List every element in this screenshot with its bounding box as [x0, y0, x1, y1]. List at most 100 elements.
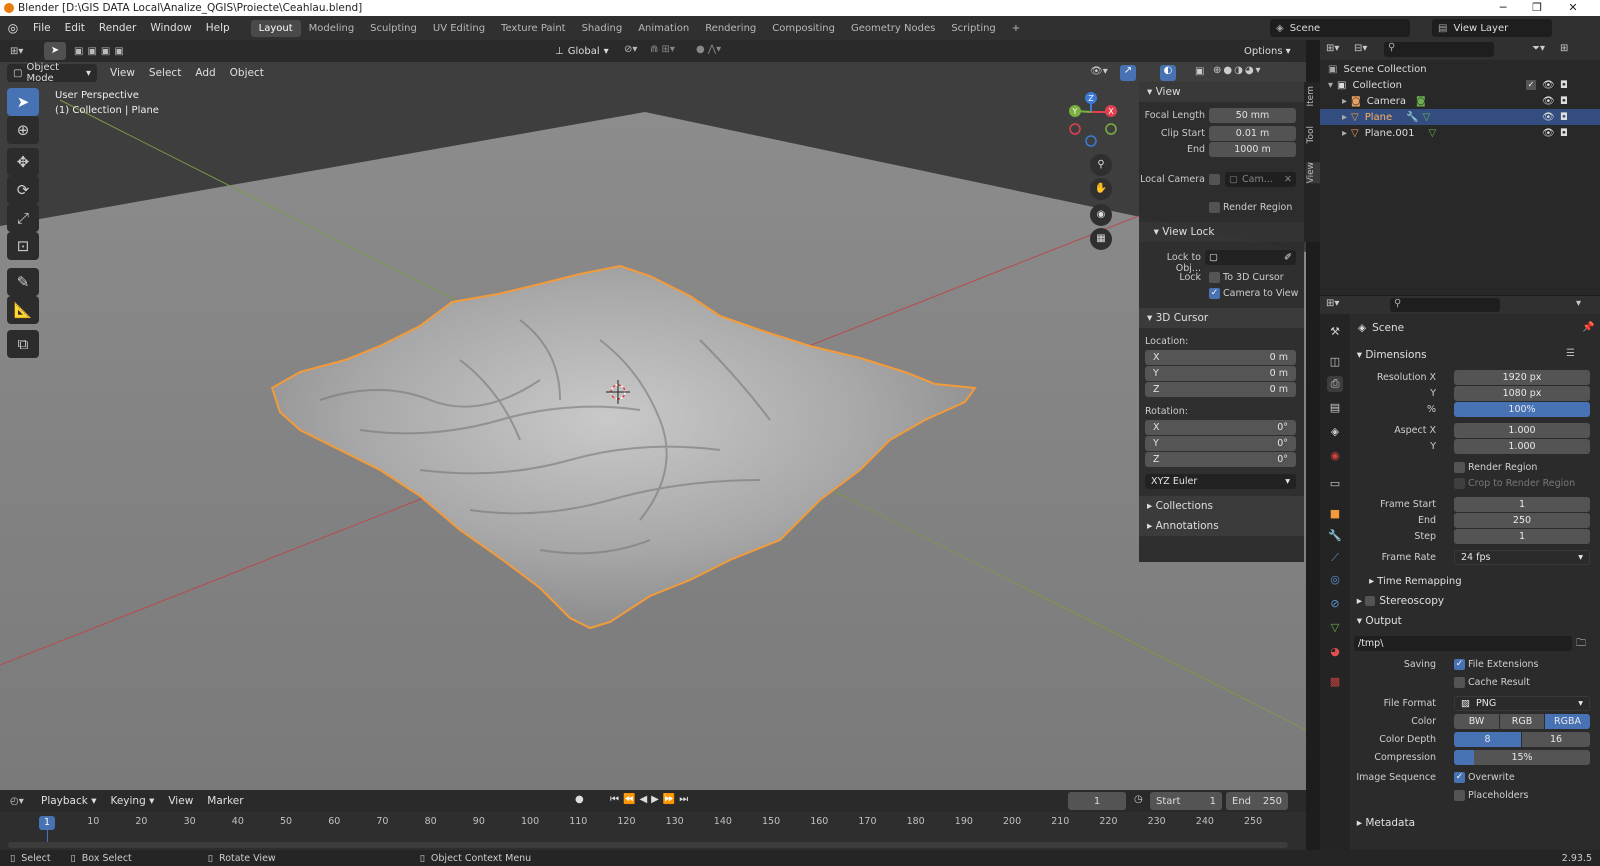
chevron-down-icon[interactable]: ▾	[1576, 298, 1581, 309]
texture-tab-icon[interactable]: ▩	[1327, 674, 1343, 690]
time-remapping-header[interactable]: ▸ Time Remapping	[1340, 572, 1600, 590]
editor-type-icon[interactable]: ⊞▾	[1326, 298, 1339, 309]
transform-orientation-dropdown[interactable]: ⊥ Global ▾	[549, 42, 615, 60]
timeline-menu-view[interactable]: View	[161, 795, 200, 807]
shading-mode-icons[interactable]: ⊕●◑◕▾	[1213, 65, 1263, 76]
tab-modeling[interactable]: Modeling	[301, 20, 363, 37]
frame-rate-dropdown[interactable]: 24 fps ▾	[1454, 550, 1590, 565]
presets-list-icon[interactable]: ☰	[1566, 348, 1575, 359]
display-mode-icon[interactable]: ⊟▾	[1354, 43, 1367, 54]
ortho-toggle-icon[interactable]: ▦	[1090, 228, 1112, 250]
tab-animation[interactable]: Animation	[630, 20, 697, 37]
tab-compositing[interactable]: Compositing	[764, 20, 843, 37]
overwrite-checkbox[interactable]: ✓	[1454, 772, 1465, 783]
menu-edit[interactable]: Edit	[58, 22, 92, 34]
outliner-search-input[interactable]: ⚲	[1384, 42, 1494, 57]
cursor-rotation-x[interactable]: X 0°	[1145, 420, 1296, 435]
current-frame-field[interactable]: 1	[1068, 792, 1126, 810]
camera-render-icon[interactable]: ◘	[1560, 80, 1568, 91]
stereoscopy-checkbox[interactable]	[1365, 596, 1376, 606]
aspect-y-field[interactable]: 1.000	[1454, 439, 1590, 454]
cursor-rotation-z[interactable]: Z 0°	[1145, 452, 1296, 467]
snap-icon[interactable]: ⋒ ⊞▾	[650, 44, 675, 55]
rotate-tool[interactable]: ⟳	[7, 176, 39, 204]
new-collection-icon[interactable]: ⊞	[1560, 43, 1568, 54]
sidebar-tab-view[interactable]: View	[1306, 162, 1320, 184]
viewport-menu-select[interactable]: Select	[142, 67, 188, 79]
add-cube-tool[interactable]: ⧉	[7, 330, 39, 358]
measure-tool[interactable]: 📐	[7, 296, 39, 324]
viewport-menu-object[interactable]: Object	[223, 67, 271, 79]
lock-to-object-field[interactable]: ▢ ✐	[1205, 250, 1296, 265]
tab-layout[interactable]: Layout	[250, 19, 301, 37]
overlay-toggle-icon[interactable]: ◐	[1160, 65, 1176, 81]
output-path-input[interactable]: /tmp\	[1354, 636, 1572, 651]
placeholders-checkbox[interactable]	[1454, 790, 1465, 801]
outliner-row-scene-collection[interactable]: ▣ Scene Collection	[1320, 61, 1600, 77]
blender-menu-icon[interactable]: ◎	[0, 21, 26, 35]
outliner-row-plane[interactable]: ▸ ▽ Plane 🔧 ▽ 👁 ◘	[1320, 109, 1600, 125]
scale-tool[interactable]: ⤢	[7, 204, 39, 232]
filter-icon[interactable]: ⏷▾	[1532, 43, 1545, 54]
frame-step-field[interactable]: 1	[1454, 529, 1590, 544]
scene-selector[interactable]: ◈ Scene	[1270, 19, 1410, 37]
tab-sculpting[interactable]: Sculpting	[362, 20, 425, 37]
color-depth-8-button[interactable]: 8	[1454, 732, 1521, 747]
camera-render-icon[interactable]: ◘	[1560, 128, 1568, 139]
folder-icon[interactable]: 🗀	[1576, 636, 1586, 653]
collections-header[interactable]: ▸ Collections	[1139, 496, 1304, 516]
end-frame-field[interactable]: End 250	[1226, 792, 1288, 810]
view-layer-selector[interactable]: ▤ View Layer	[1432, 19, 1552, 37]
add-workspace-icon[interactable]: +	[1004, 20, 1028, 37]
start-frame-field[interactable]: Start 1	[1150, 792, 1222, 810]
3d-cursor-header[interactable]: ▾ 3D Cursor	[1139, 308, 1304, 328]
maximize-icon[interactable]: ❐	[1520, 0, 1554, 16]
tab-geometry-nodes[interactable]: Geometry Nodes	[843, 20, 943, 37]
pan-hand-icon[interactable]: ✋	[1090, 178, 1112, 200]
resolution-x-field[interactable]: 1920 px	[1454, 370, 1590, 385]
transform-tool[interactable]: ⊡	[7, 232, 39, 260]
properties-search-input[interactable]: ⚲	[1390, 298, 1500, 312]
select-box-tool[interactable]: ➤	[7, 88, 39, 116]
output-header[interactable]: ▾ Output	[1320, 612, 1600, 630]
eye-icon[interactable]: 👁	[1542, 96, 1555, 107]
editor-type-icon[interactable]: ◴▾	[10, 796, 34, 807]
clip-start-field[interactable]: 0.01 m	[1209, 126, 1296, 141]
cache-result-checkbox[interactable]	[1454, 677, 1465, 688]
pivot-icon[interactable]: ⊘▾	[624, 44, 637, 55]
rotation-mode-dropdown[interactable]: XYZ Euler ▾	[1145, 474, 1296, 489]
render-region-checkbox[interactable]	[1454, 462, 1465, 473]
file-format-dropdown[interactable]: ▨ PNG ▾	[1454, 696, 1590, 711]
cursor-location-z[interactable]: Z 0 m	[1145, 382, 1296, 397]
3d-viewport[interactable]: Z X Y ⊞▾ ➤ ▣▣▣▣ ⊥ Global ▾ ⊘▾ ⋒ ⊞▾ ● ⋀▾ …	[0, 40, 1306, 790]
sidebar-tab-tool[interactable]: Tool	[1306, 126, 1320, 143]
move-tool[interactable]: ✥	[7, 148, 39, 176]
cursor-location-y[interactable]: Y 0 m	[1145, 366, 1296, 381]
tab-scripting[interactable]: Scripting	[943, 20, 1003, 37]
view-lock-header[interactable]: ▾ View Lock	[1139, 222, 1304, 242]
tab-uv-editing[interactable]: UV Editing	[425, 20, 493, 37]
tab-rendering[interactable]: Rendering	[697, 20, 764, 37]
color-rgb-button[interactable]: RGB	[1500, 714, 1544, 729]
options-button[interactable]: Options ▾	[1238, 42, 1291, 60]
clock-icon[interactable]: ◷	[1134, 794, 1143, 805]
gizmo-toggle-icon[interactable]: ↗	[1120, 65, 1136, 81]
playback-controls[interactable]: ⏮⏪◀▶⏩⏭	[610, 794, 692, 805]
pin-icon[interactable]: 📌	[1582, 322, 1594, 333]
menu-render[interactable]: Render	[92, 22, 143, 34]
compression-slider[interactable]: 15%	[1454, 750, 1590, 765]
cursor-location-x[interactable]: X 0 m	[1145, 350, 1296, 365]
focal-length-field[interactable]: 50 mm	[1209, 108, 1296, 123]
editor-type-icon[interactable]: ⊞▾	[10, 46, 34, 57]
camera-view-icon[interactable]: ◉	[1090, 204, 1112, 226]
eyedropper-icon[interactable]: ✐	[1284, 252, 1292, 263]
tab-shading[interactable]: Shading	[574, 20, 631, 37]
timeline-ruler[interactable]: 10 20 30 40 50 60 70 80 90 100 110 120 130 140 150 160 1…	[0, 812, 1306, 850]
menu-help[interactable]: Help	[199, 22, 237, 34]
camera-to-view-checkbox[interactable]: ✓	[1209, 288, 1220, 299]
material-tab-icon[interactable]: ◕	[1327, 644, 1343, 660]
close-icon[interactable]: ✕	[1556, 0, 1590, 16]
view-section-header[interactable]: ▾ View	[1139, 82, 1304, 102]
camera-render-icon[interactable]: ◘	[1560, 112, 1568, 123]
annotations-header[interactable]: ▸ Annotations	[1139, 516, 1304, 536]
